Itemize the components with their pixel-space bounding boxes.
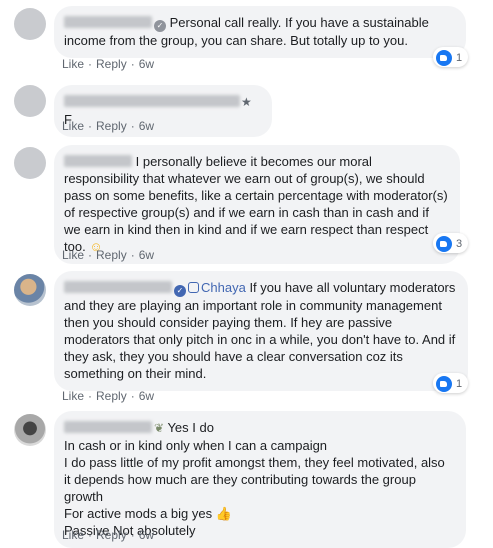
timestamp[interactable]: 6w — [139, 57, 154, 71]
moderator-shield-icon — [188, 282, 199, 293]
reply-link[interactable]: Reply — [96, 389, 127, 403]
reaction-count[interactable]: 1 — [433, 373, 469, 393]
avatar[interactable] — [14, 414, 46, 446]
reply-link[interactable]: Reply — [96, 119, 127, 133]
comment-actions: Like · Reply · 6w — [62, 389, 155, 403]
author-name-redacted[interactable] — [64, 16, 152, 28]
comment-text: If you have all voluntary moderators and… — [64, 280, 456, 381]
reply-link[interactable]: Reply — [96, 528, 127, 542]
like-link[interactable]: Like — [62, 119, 84, 133]
comment-first-line: Yes I do — [167, 420, 214, 435]
author-name-redacted[interactable] — [64, 281, 172, 293]
like-link[interactable]: Like — [62, 248, 84, 262]
like-link[interactable]: Like — [62, 389, 84, 403]
like-reaction-icon — [436, 50, 452, 66]
like-reaction-icon — [436, 236, 452, 252]
new-member-sprout-icon: ❦ — [154, 421, 165, 435]
comment-line: In cash or in kind only when I can a cam… — [64, 438, 328, 453]
comment-text: I personally believe it becomes our mora… — [64, 154, 448, 254]
comment-line: For active mods a big yes — [64, 506, 213, 521]
author-name-redacted[interactable] — [64, 155, 132, 167]
like-link[interactable]: Like — [62, 528, 84, 542]
timestamp[interactable]: 6w — [139, 248, 154, 262]
comment-actions: Like · Reply · 6w — [62, 528, 155, 542]
comment-actions: Like · Reply · 6w — [62, 248, 155, 262]
avatar[interactable] — [14, 274, 46, 306]
star-icon: ★ — [241, 95, 252, 109]
avatar[interactable] — [14, 85, 46, 117]
reply-link[interactable]: Reply — [96, 248, 127, 262]
comment-actions: Like · Reply · 6w — [62, 57, 155, 71]
comment-bubble: ✓ Personal call really. If you have a su… — [54, 6, 466, 58]
comment-bubble: I personally believe it becomes our mora… — [54, 145, 460, 264]
verified-badge-icon: ✓ — [174, 285, 186, 297]
comment-actions: Like · Reply · 6w — [62, 119, 155, 133]
author-name-redacted[interactable] — [64, 95, 240, 107]
thumbs-up-emoji-icon: 👍 — [215, 506, 232, 521]
author-name-redacted[interactable] — [64, 421, 152, 433]
reaction-count[interactable]: 3 — [433, 233, 469, 253]
reply-link[interactable]: Reply — [96, 57, 127, 71]
comment-line: I do pass little of my profit amongst th… — [64, 455, 445, 504]
like-link[interactable]: Like — [62, 57, 84, 71]
comment-bubble: ✓ Chhaya If you have all voluntary modera… — [54, 271, 468, 391]
timestamp[interactable]: 6w — [139, 528, 154, 542]
like-reaction-icon — [436, 376, 452, 392]
timestamp[interactable]: 6w — [139, 389, 154, 403]
timestamp[interactable]: 6w — [139, 119, 154, 133]
shield-icon: ✓ — [154, 20, 166, 32]
avatar[interactable] — [14, 147, 46, 179]
author-role-link[interactable]: Chhaya — [201, 280, 246, 295]
avatar[interactable] — [14, 8, 46, 40]
reaction-count[interactable]: 1 — [433, 47, 469, 67]
